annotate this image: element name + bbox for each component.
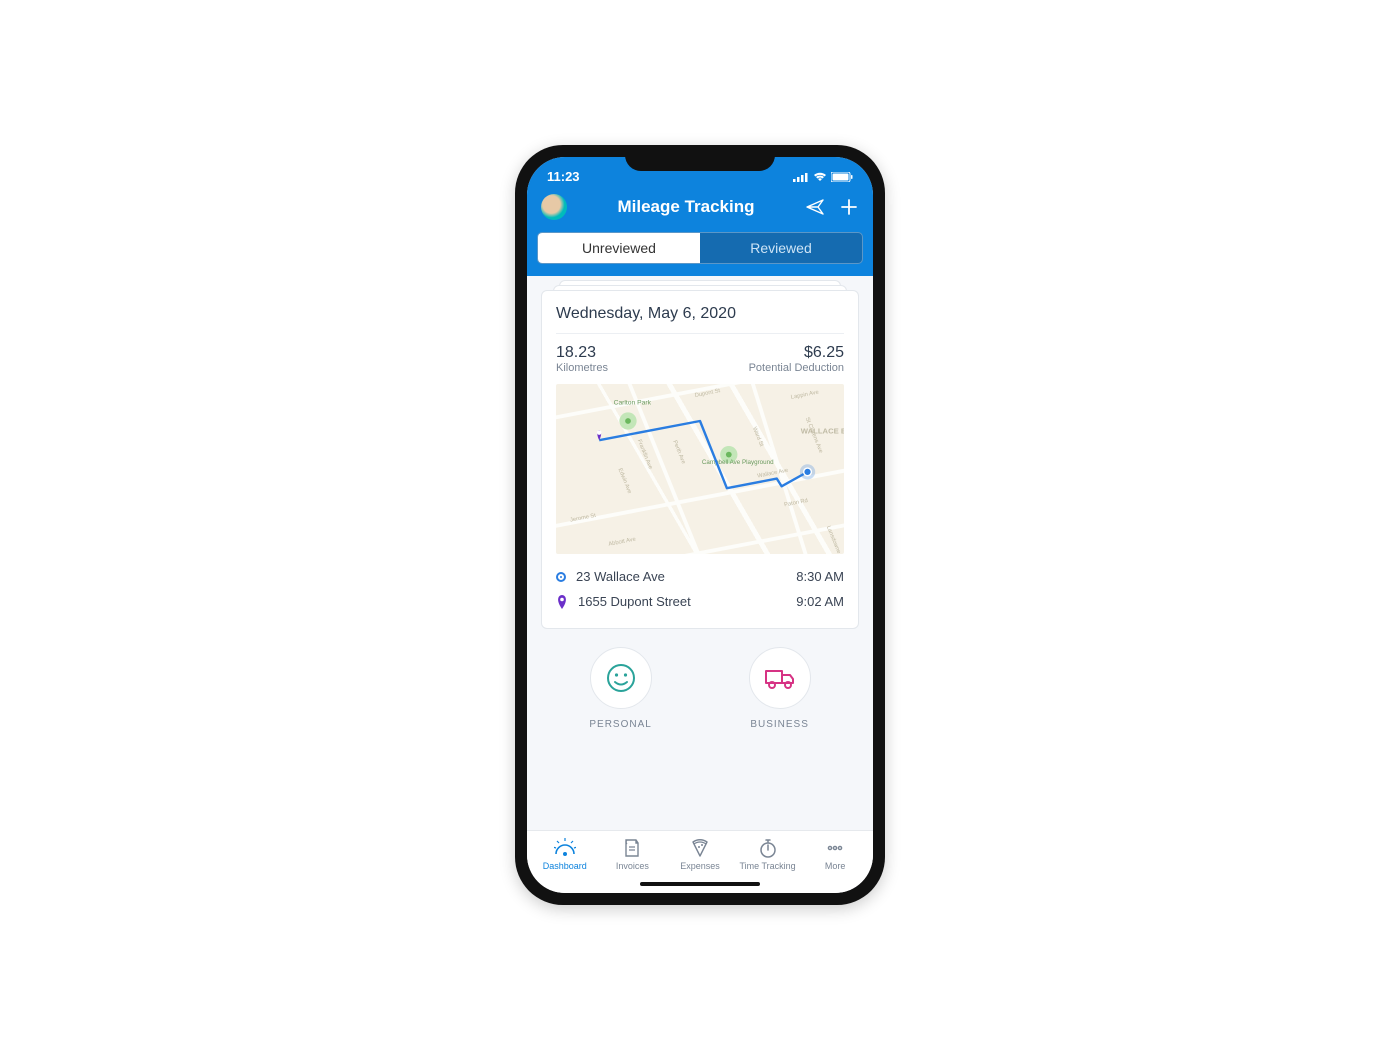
pizza-icon xyxy=(690,838,710,858)
trip-card-stack: Wednesday, May 6, 2020 18.23 Kilometres … xyxy=(541,290,859,629)
stop-origin: 23 Wallace Ave 8:30 AM xyxy=(556,564,844,589)
distance-value: 18.23 xyxy=(556,344,608,362)
status-indicators xyxy=(793,172,853,182)
destination-pin-icon xyxy=(556,595,568,609)
trip-date: Wednesday, May 6, 2020 xyxy=(556,305,844,334)
category-personal[interactable]: PERSONAL xyxy=(589,647,651,730)
send-icon xyxy=(805,197,825,217)
trip-map[interactable]: Carlton Park Campbell Ave Playground WAL… xyxy=(556,384,844,554)
stop-destination: 1655 Dupont Street 9:02 AM xyxy=(556,589,844,614)
svg-text:Campbell Ave Playground: Campbell Ave Playground xyxy=(702,459,774,466)
segment-reviewed[interactable]: Reviewed xyxy=(700,233,862,263)
plus-icon xyxy=(840,198,858,216)
tab-expenses[interactable]: Expenses xyxy=(666,838,734,871)
phone-frame: 11:23 Mileage Tracking xyxy=(515,145,885,905)
origin-time: 8:30 AM xyxy=(796,569,844,584)
invoice-icon xyxy=(623,838,641,858)
svg-text:Abbott Ave: Abbott Ave xyxy=(608,537,636,548)
tab-time-tracking[interactable]: Time Tracking xyxy=(734,838,802,871)
tab-dashboard[interactable]: Dashboard xyxy=(531,838,599,871)
smile-icon xyxy=(604,661,638,695)
send-button[interactable] xyxy=(805,197,825,217)
main-content: Wednesday, May 6, 2020 18.23 Kilometres … xyxy=(527,276,873,830)
map-origin-dot-icon xyxy=(800,464,815,479)
distance-label: Kilometres xyxy=(556,362,608,374)
notch xyxy=(625,145,775,171)
svg-text:Edwin Ave: Edwin Ave xyxy=(617,468,633,495)
svg-text:Carlton Park: Carlton Park xyxy=(614,400,652,407)
map-svg: Carlton Park Campbell Ave Playground WAL… xyxy=(556,384,844,554)
trip-card[interactable]: Wednesday, May 6, 2020 18.23 Kilometres … xyxy=(541,290,859,629)
review-segmented-control: Unreviewed Reviewed xyxy=(537,232,863,264)
title-row: Mileage Tracking xyxy=(527,186,873,232)
signal-icon xyxy=(793,172,809,182)
truck-icon xyxy=(762,663,798,693)
battery-icon xyxy=(831,172,853,182)
category-business[interactable]: BUSINESS xyxy=(749,647,811,730)
tab-more-label: More xyxy=(801,861,869,871)
status-time: 11:23 xyxy=(547,169,580,184)
page-title: Mileage Tracking xyxy=(577,197,795,217)
home-indicator[interactable] xyxy=(640,882,760,886)
svg-text:Perth Ave: Perth Ave xyxy=(671,440,686,465)
avatar[interactable] xyxy=(541,194,567,220)
category-business-label: BUSINESS xyxy=(749,719,811,730)
tab-invoices-label: Invoices xyxy=(599,861,667,871)
svg-text:WALLACE EMERSON: WALLACE EMERSON xyxy=(801,426,844,435)
wifi-icon xyxy=(813,172,827,182)
tab-dashboard-label: Dashboard xyxy=(531,861,599,871)
dashboard-icon xyxy=(554,838,576,858)
tab-invoices[interactable]: Invoices xyxy=(599,838,667,871)
more-icon xyxy=(825,838,845,858)
segment-unreviewed[interactable]: Unreviewed xyxy=(538,233,700,263)
app-header: 11:23 Mileage Tracking xyxy=(527,157,873,276)
tab-time-label: Time Tracking xyxy=(734,861,802,871)
category-buttons: PERSONAL BUSINESS xyxy=(541,629,859,742)
tab-more[interactable]: More xyxy=(801,838,869,871)
destination-time: 9:02 AM xyxy=(796,594,844,609)
deduction-value: $6.25 xyxy=(749,344,844,362)
trip-stops: 23 Wallace Ave 8:30 AM 1655 Dupont Stree… xyxy=(556,554,844,614)
screen: 11:23 Mileage Tracking xyxy=(527,157,873,893)
stopwatch-icon xyxy=(759,838,777,858)
svg-text:Ward St: Ward St xyxy=(751,426,764,448)
deduction-label: Potential Deduction xyxy=(749,362,844,374)
svg-text:Lansdowne: Lansdowne xyxy=(825,525,842,554)
destination-address: 1655 Dupont Street xyxy=(578,594,691,609)
add-button[interactable] xyxy=(839,197,859,217)
trip-metrics: 18.23 Kilometres $6.25 Potential Deducti… xyxy=(556,334,844,384)
svg-text:Lappin Ave: Lappin Ave xyxy=(790,390,819,401)
svg-text:Wallace Ave: Wallace Ave xyxy=(757,468,789,480)
svg-text:Franklin Ave: Franklin Ave xyxy=(636,439,653,470)
origin-dot-icon xyxy=(556,572,566,582)
category-personal-label: PERSONAL xyxy=(589,719,651,730)
origin-address: 23 Wallace Ave xyxy=(576,569,665,584)
tab-expenses-label: Expenses xyxy=(666,861,734,871)
